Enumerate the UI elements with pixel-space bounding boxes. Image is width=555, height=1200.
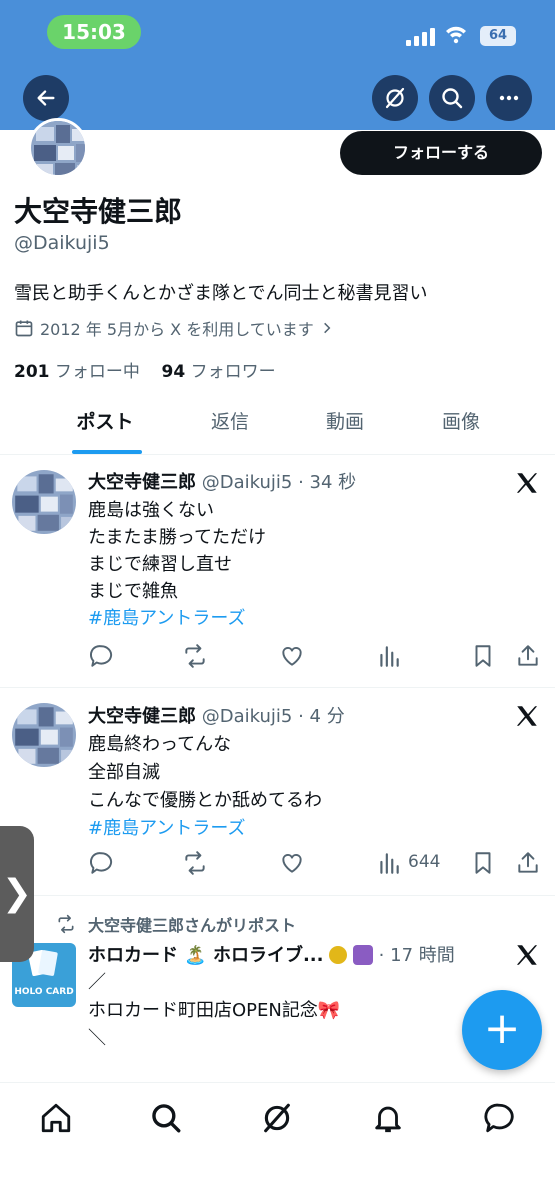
share-icon[interactable]: [515, 850, 541, 876]
post-item[interactable]: 大空寺健三郎 @Daikuji5 · 34 秒 鹿島は強くない たまたま勝ってた…: [0, 455, 555, 688]
views-count: 644: [408, 852, 441, 872]
following-link[interactable]: 201 フォロー中: [14, 362, 140, 382]
post-hashtag[interactable]: #鹿島アントラーズ: [88, 604, 245, 630]
views-icon[interactable]: [376, 643, 402, 669]
post-meta: · 17 時間: [378, 945, 455, 966]
grok-button[interactable]: [372, 75, 418, 121]
back-button[interactable]: [23, 75, 69, 121]
post-text-line: まじで雑魚: [88, 581, 178, 602]
post-text-line: 全部自滅: [88, 762, 160, 783]
affiliate-badge-icon: [352, 945, 373, 965]
avatar-image: [12, 470, 76, 534]
avatar-image: [31, 121, 85, 175]
home-icon[interactable]: [39, 1101, 73, 1135]
post-header: 大空寺健三郎 @Daikuji5 · 34 秒: [88, 468, 356, 494]
profile-tabs: ポスト 返信 動画 画像: [0, 395, 555, 455]
arrow-left-icon: [37, 90, 55, 106]
follow-stats: 201 フォロー中 94 フォロワー: [14, 357, 276, 382]
post-item[interactable]: 大空寺健三郎 @Daikuji5 · 4 分 鹿島終わってんな 全部自滅 こんな…: [0, 688, 555, 896]
like-icon[interactable]: [279, 643, 305, 669]
post-avatar[interactable]: [12, 470, 76, 534]
joined-text: 2012 年 5月から X を利用しています: [40, 320, 314, 339]
x-logo-icon: [516, 706, 538, 726]
post-text-line: ホロカード町田店OPEN記念🎀: [88, 1000, 341, 1021]
views-icon[interactable]: [376, 850, 402, 876]
post-author: 大空寺健三郎: [88, 472, 196, 493]
post-text-line: 鹿島終わってんな: [88, 734, 232, 755]
followers-link[interactable]: 94 フォロワー: [162, 362, 276, 382]
profile-name: 大空寺健三郎: [14, 195, 183, 228]
wifi-icon: [446, 26, 466, 44]
search-icon[interactable]: [149, 1101, 183, 1135]
post-author: 大空寺健三郎: [88, 706, 196, 727]
post-avatar[interactable]: [12, 703, 76, 767]
post-header: 大空寺健三郎 @Daikuji5 · 4 分: [88, 702, 345, 728]
reply-icon[interactable]: [88, 643, 114, 669]
notifications-icon[interactable]: [371, 1101, 405, 1135]
search-icon: [442, 88, 463, 109]
post-author: ホロカード 🏝️ ホロライブ...: [88, 945, 324, 966]
bookmark-icon[interactable]: [470, 643, 496, 669]
profile-avatar[interactable]: [28, 118, 88, 178]
tab-images[interactable]: 画像: [391, 395, 531, 453]
tab-active-indicator: [72, 450, 142, 454]
grok-icon: [385, 87, 405, 109]
bookmark-icon[interactable]: [470, 850, 496, 876]
post-meta: @Daikuji5 · 4 分: [201, 706, 345, 727]
battery-indicator: 64: [480, 26, 516, 46]
repost-icon: [58, 914, 74, 934]
share-icon[interactable]: [515, 643, 541, 669]
following-count: 201: [14, 362, 50, 382]
joined-date: 2012 年 5月から X を利用しています: [14, 316, 334, 340]
avatar-label: HOLO CARD: [14, 987, 74, 997]
more-icon: [499, 95, 519, 101]
post-text-line: たまたま勝ってただけ: [88, 527, 267, 548]
more-button[interactable]: [486, 75, 532, 121]
profile-handle: @Daikuji5: [14, 232, 110, 254]
tab-posts[interactable]: ポスト: [35, 395, 175, 453]
avatar-image: [12, 703, 76, 767]
search-button[interactable]: [429, 75, 475, 121]
post-text-line: こんなで優勝とか舐めてるわ: [88, 790, 322, 811]
follow-button[interactable]: フォローする: [340, 131, 542, 175]
status-time: 15:03: [47, 15, 141, 49]
x-logo-icon: [516, 473, 538, 493]
calendar-icon: [15, 320, 33, 337]
post-text-line: まじで練習し直せ: [88, 554, 232, 575]
repost-icon[interactable]: [182, 850, 208, 876]
following-label: フォロー中: [54, 362, 140, 382]
followers-label: フォロワー: [190, 362, 276, 382]
post-hashtag[interactable]: #鹿島アントラーズ: [88, 814, 245, 840]
reply-icon[interactable]: [88, 850, 114, 876]
verified-badge-icon: [329, 946, 348, 964]
repost-label: 大空寺健三郎さんがリポスト: [88, 916, 297, 935]
app-header: 15:03 64: [0, 0, 555, 130]
like-icon[interactable]: [279, 850, 305, 876]
bottom-nav: [0, 1082, 555, 1200]
x-logo-icon: [516, 945, 538, 965]
repost-icon[interactable]: [182, 643, 208, 669]
side-drawer-handle[interactable]: ❯: [0, 826, 34, 962]
post-header: ホロカード 🏝️ ホロライブ... · 17 時間: [88, 941, 455, 967]
grok-icon[interactable]: [260, 1101, 294, 1135]
post-text-line: ＼: [88, 1028, 106, 1049]
followers-count: 94: [161, 362, 186, 382]
post-text-line: 鹿島は強くない: [88, 500, 214, 521]
post-text-line: ／: [88, 972, 106, 993]
post-meta: @Daikuji5 · 34 秒: [201, 472, 357, 493]
signal-icon: [406, 26, 436, 46]
compose-button[interactable]: +: [462, 990, 542, 1070]
profile-bio: 雪民と助手くんとかざま隊とでん同士と秘書見習い: [14, 283, 428, 304]
chevron-right-icon[interactable]: [320, 321, 334, 335]
messages-icon[interactable]: [482, 1101, 516, 1135]
